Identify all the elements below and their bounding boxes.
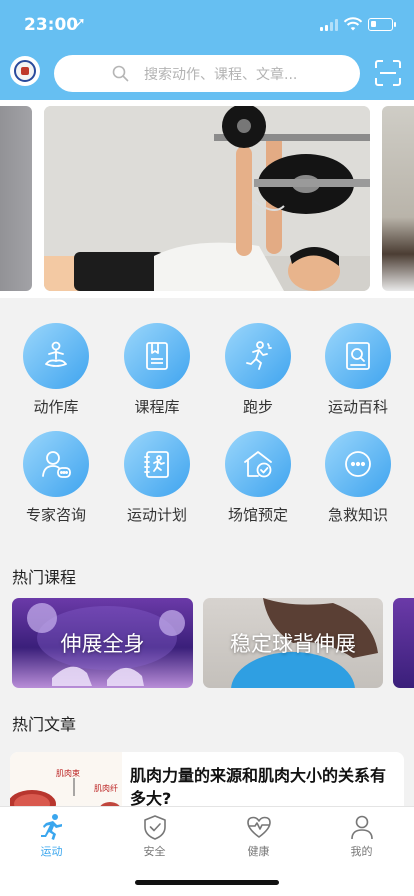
heart-icon (246, 816, 271, 838)
hot-courses-list: 伸展全身 稳定球背伸展 (0, 598, 414, 688)
banner-slide-bench-press[interactable] (44, 106, 370, 291)
grid-item-label: 运动计划 (126, 506, 187, 524)
article-thumb-label: 肌肉纤 (94, 784, 118, 793)
feature-grid: 动作库 课程库 跑步 运动百科 专家咨询 运动计划 场馆预定 急救知识 (0, 306, 414, 544)
tab-label: 安全 (143, 845, 166, 858)
search-bar[interactable]: 搜索动作、课程、文章... (54, 55, 360, 92)
plan-icon (144, 451, 169, 478)
tab-label: 运动 (40, 845, 63, 858)
article-title: 肌肉力量的来源和肌肉大小的关系有多大? (130, 766, 387, 808)
course-title: 稳定球背伸展 (230, 632, 356, 656)
grid-item-venue-booking[interactable]: 场馆预定 (208, 414, 308, 524)
grid-item-running[interactable]: 跑步 (208, 306, 308, 416)
hot-articles-title: 热门文章 (12, 715, 77, 734)
grid-item-expert-consult[interactable]: 专家咨询 (6, 414, 106, 524)
grid-item-first-aid[interactable]: 急救知识 (308, 414, 408, 524)
course-card-next[interactable] (393, 598, 414, 688)
grid-item-label: 急救知识 (327, 506, 388, 524)
search-placeholder: 搜索动作、课程、文章... (144, 67, 298, 83)
grid-item-exercise-plan[interactable]: 运动计划 (107, 414, 207, 524)
first-aid-icon (345, 451, 371, 477)
scan-icon[interactable] (375, 60, 401, 86)
grid-item-action-library[interactable]: 动作库 (6, 306, 106, 416)
top-header: 23:00 ➚ 搜索动作、课程、文章... (0, 0, 414, 100)
battery-icon (368, 18, 396, 31)
carousel-indicator (214, 284, 298, 291)
grid-item-course-library[interactable]: 课程库 (107, 306, 207, 416)
school-logo[interactable] (10, 56, 40, 86)
user-icon (350, 815, 373, 840)
grid-item-label: 场馆预定 (227, 506, 288, 524)
tab-mine[interactable]: 我的 (310, 813, 413, 865)
grid-item-label: 专家咨询 (25, 506, 86, 524)
banner-next-slide[interactable] (382, 106, 414, 291)
course-title: 伸展全身 (60, 632, 145, 656)
bench-press-image (44, 106, 370, 291)
consult-icon (42, 451, 71, 478)
wifi-icon (343, 17, 363, 31)
article-thumbnail: 肌肉束 肌肉纤 (10, 752, 122, 812)
tab-label: 健康 (247, 845, 270, 858)
grid-item-encyclopedia[interactable]: 运动百科 (308, 306, 408, 416)
hot-courses-title: 热门课程 (12, 568, 77, 587)
banner-carousel[interactable] (0, 100, 414, 298)
encyclopedia-icon (346, 342, 370, 370)
venue-icon (244, 451, 272, 478)
tab-label: 我的 (350, 845, 373, 858)
book-icon (146, 342, 168, 370)
status-time: 23:00 (24, 15, 79, 35)
tab-health[interactable]: 健康 (207, 813, 310, 865)
article-thumb-label: 肌肉束 (56, 769, 80, 778)
article-card[interactable]: 肌肉束 肌肉纤 肌肉力量的来源和肌肉大小的关系有多大? (10, 752, 404, 812)
meditation-icon (45, 341, 67, 367)
search-icon (112, 65, 129, 82)
course-card[interactable]: 伸展全身 (12, 598, 193, 688)
home-indicator[interactable] (135, 880, 279, 885)
location-arrow-icon: ➚ (74, 15, 86, 31)
course-card[interactable]: 稳定球背伸展 (203, 598, 383, 688)
sport-icon (40, 814, 62, 840)
tab-safety[interactable]: 安全 (103, 813, 206, 865)
status-bar: 23:00 ➚ (0, 0, 414, 50)
cellular-signal-icon (320, 19, 340, 31)
banner-prev-slide[interactable] (0, 106, 32, 291)
shield-icon (143, 815, 166, 840)
running-icon (246, 341, 272, 370)
tab-sport[interactable]: 运动 (0, 813, 103, 865)
muscle-illustration (10, 778, 122, 812)
